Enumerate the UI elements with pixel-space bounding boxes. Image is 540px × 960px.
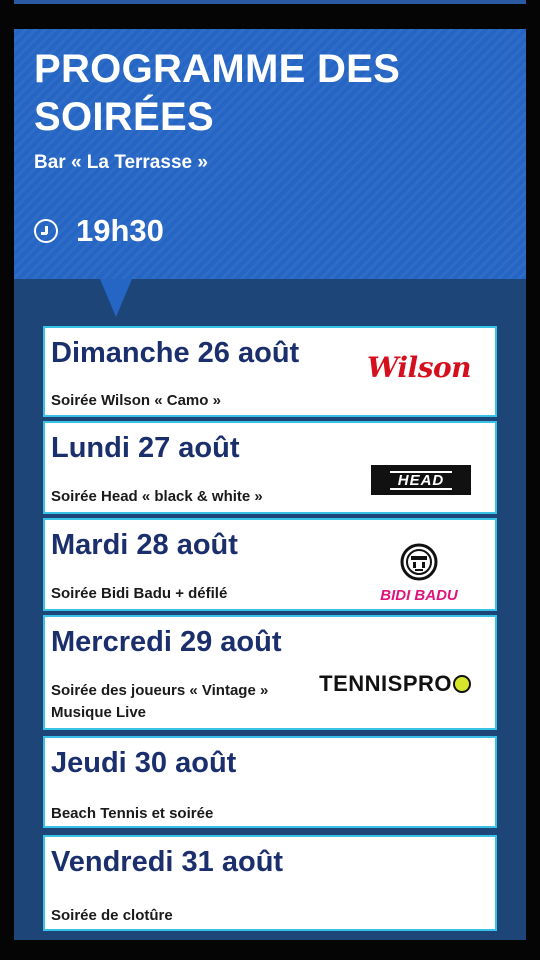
program-card: PROGRAMME DES SOIRÉES Bar « La Terrasse … <box>14 29 526 940</box>
event-description: Soirée de clotûre <box>51 907 173 924</box>
tennispro-wordmark: TENNISPRO <box>319 671 452 696</box>
event-date: Jeudi 30 août <box>51 747 237 779</box>
head-logo: HEAD <box>371 465 471 495</box>
bidi-badu-emblem-icon <box>400 543 438 581</box>
top-accent-bar <box>14 0 526 4</box>
event-date: Mardi 28 août <box>51 529 238 561</box>
venue-subtitle: Bar « La Terrasse » <box>34 152 208 173</box>
event-date: Lundi 27 août <box>51 432 240 464</box>
head-logo-text: HEAD <box>389 470 453 490</box>
event-time: 19h30 <box>76 213 164 248</box>
event-description: Beach Tennis et soirée <box>51 805 214 822</box>
event-description: Soirée des joueurs « Vintage » <box>51 682 269 699</box>
program-header: PROGRAMME DES SOIRÉES Bar « La Terrasse … <box>14 29 526 279</box>
clock-icon <box>34 219 58 243</box>
bidi-badu-logo: BIDI BADU <box>380 543 459 604</box>
tennis-ball-icon <box>453 675 471 693</box>
time-row: 19h30 <box>34 214 164 248</box>
event-date: Dimanche 26 août <box>51 337 300 369</box>
event-description: Soirée Wilson « Camo » <box>51 392 221 409</box>
tennispro-logo: TENNISPRO <box>319 671 471 697</box>
event-item-mercredi: Mercredi 29 août Soirée des joueurs « Vi… <box>43 615 497 730</box>
event-item-mardi: Mardi 28 août Soirée Bidi Badu + défilé … <box>43 518 497 611</box>
event-description: Soirée Head « black & white » <box>51 488 263 505</box>
event-date: Vendredi 31 août <box>51 846 284 878</box>
header-pointer <box>100 279 132 317</box>
event-item-jeudi: Jeudi 30 août Beach Tennis et soirée <box>43 736 497 828</box>
page-title: PROGRAMME DES SOIRÉES <box>34 47 401 139</box>
event-item-dimanche: Dimanche 26 août Soirée Wilson « Camo » … <box>43 326 497 417</box>
wilson-logo: Wilson <box>366 351 472 384</box>
bidi-badu-wordmark: BIDI BADU <box>380 587 459 604</box>
event-item-lundi: Lundi 27 août Soirée Head « black & whit… <box>43 421 497 514</box>
event-description-line-2: Musique Live <box>51 704 147 721</box>
event-date: Mercredi 29 août <box>51 626 282 658</box>
event-item-vendredi: Vendredi 31 août Soirée de clotûre <box>43 835 497 931</box>
event-description: Soirée Bidi Badu + défilé <box>51 585 228 602</box>
